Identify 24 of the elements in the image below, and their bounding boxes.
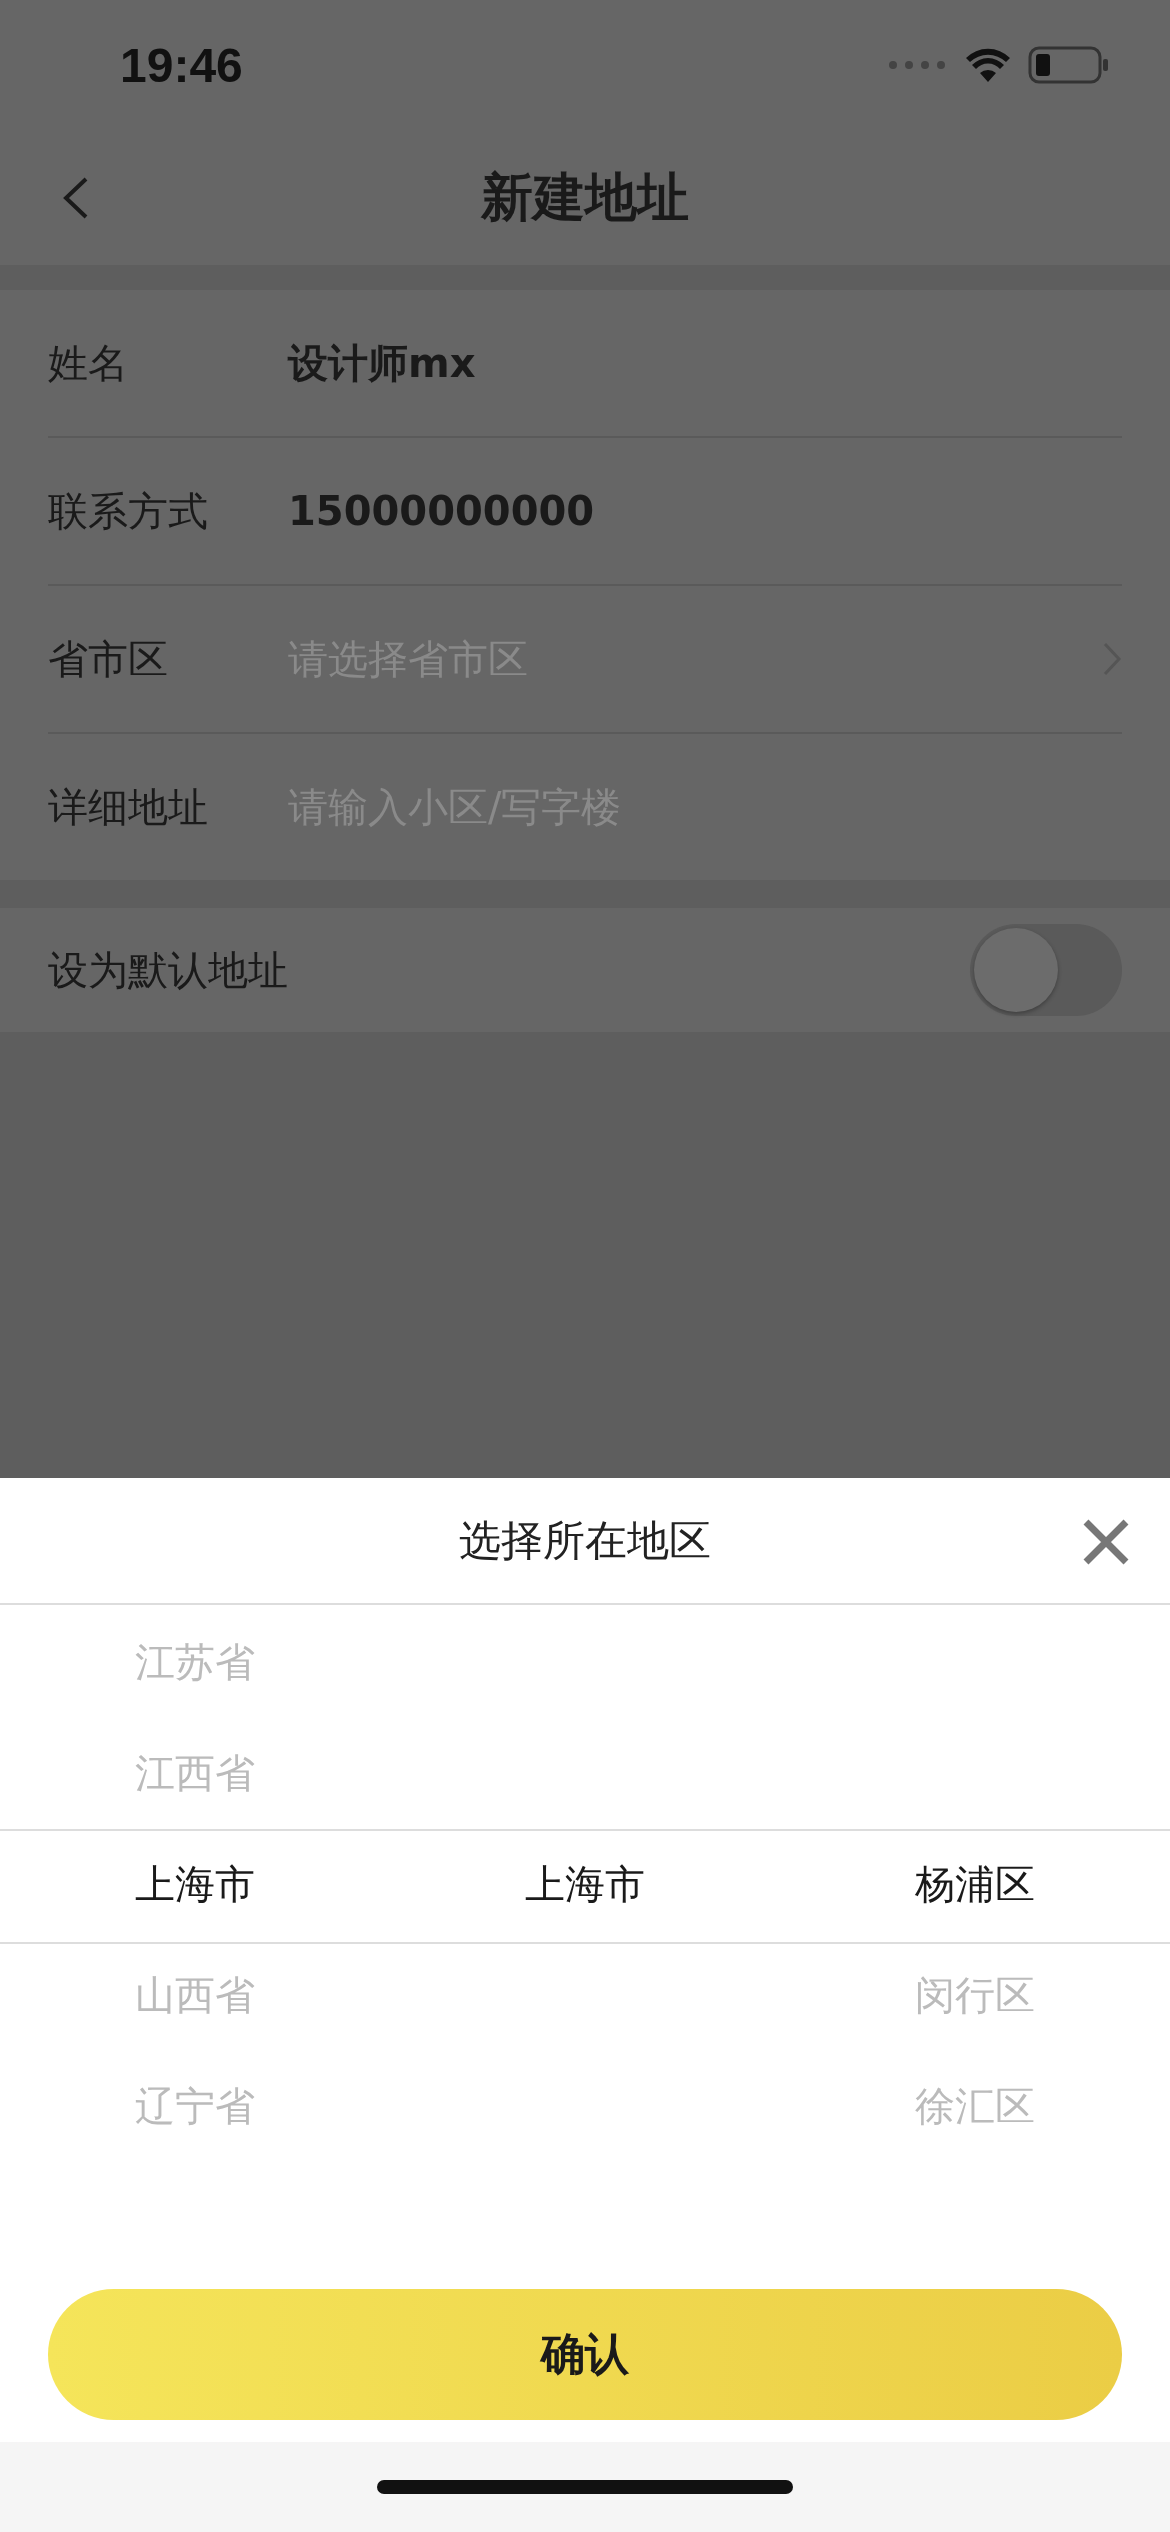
- signal-icon: [888, 60, 948, 70]
- picker-option[interactable]: 辽宁省: [135, 2051, 255, 2162]
- picker-option[interactable]: 江西省: [135, 1718, 255, 1829]
- close-icon[interactable]: [1082, 1518, 1130, 1566]
- picker-option[interactable]: 上海市: [525, 1829, 645, 1940]
- field-value[interactable]: 15000000000: [288, 488, 1122, 534]
- page-title: 新建地址: [481, 165, 689, 229]
- picker-option[interactable]: 杨浦区: [915, 1829, 1035, 1940]
- field-label: 姓名: [48, 338, 129, 388]
- field-label: 详细地址: [48, 782, 209, 832]
- field-label: 省市区: [48, 634, 169, 684]
- wifi-icon: [966, 48, 1010, 82]
- field-label: 联系方式: [48, 486, 209, 536]
- picker-option[interactable]: 闵行区: [915, 1940, 1035, 2051]
- confirm-button[interactable]: 确认: [48, 2289, 1122, 2420]
- picker-option[interactable]: 山西省: [135, 1940, 255, 2051]
- field-value[interactable]: 设计师mx: [288, 335, 1122, 391]
- picker-option[interactable]: 江苏省: [135, 1607, 255, 1718]
- sheet-title: 选择所在地区: [459, 1514, 711, 1567]
- status-time: 19:46: [120, 37, 243, 93]
- battery-icon: [1028, 46, 1110, 84]
- switch-label: 设为默认地址: [48, 945, 288, 995]
- picker-option[interactable]: 上海市: [135, 1829, 255, 1940]
- picker-option[interactable]: 徐汇区: [915, 2051, 1035, 2162]
